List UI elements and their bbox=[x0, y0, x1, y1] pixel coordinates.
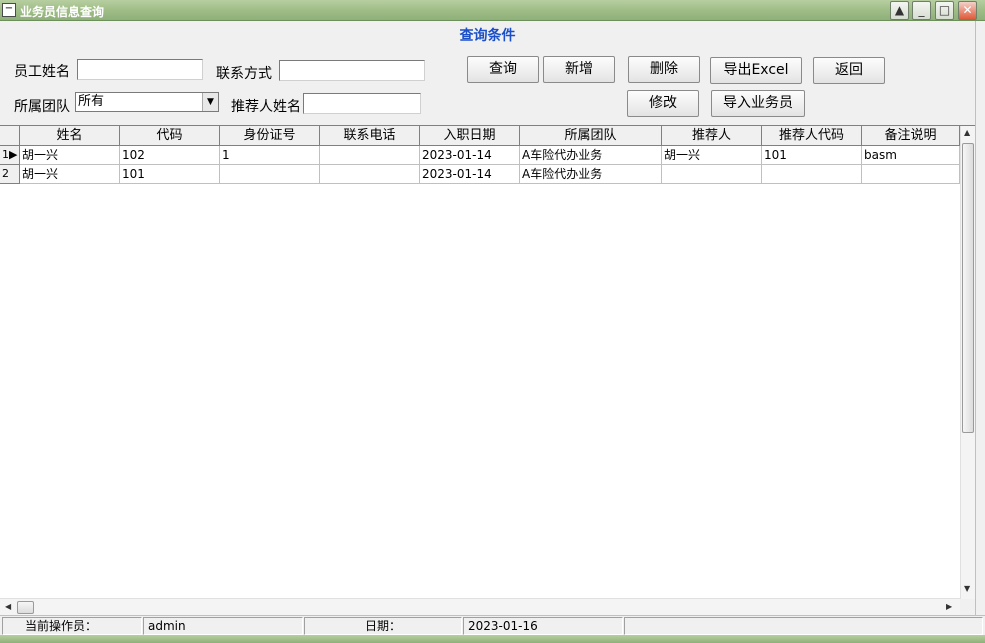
horizontal-scrollbar[interactable]: ◀ ▶ bbox=[0, 598, 960, 615]
grid-header: 姓名 代码 身份证号 联系电话 入职日期 所属团队 推荐人 推荐人代码 备注说明 bbox=[0, 126, 960, 146]
add-button[interactable]: 新增 bbox=[543, 56, 615, 83]
column-header-referrer-code[interactable]: 推荐人代码 bbox=[762, 126, 862, 146]
column-header-id-number[interactable]: 身份证号 bbox=[220, 126, 320, 146]
column-header-referrer[interactable]: 推荐人 bbox=[662, 126, 762, 146]
contact-input[interactable] bbox=[279, 60, 425, 81]
window-title: 业务员信息查询 bbox=[20, 5, 105, 19]
cell-referrer-code[interactable]: 101 bbox=[762, 146, 862, 165]
table-row[interactable]: 2 胡一兴 101 2023-01-14 A车险代办业务 bbox=[0, 165, 960, 184]
cell-id-number[interactable] bbox=[220, 165, 320, 184]
status-bar: 当前操作员： admin 日期： 2023-01-16 bbox=[0, 615, 985, 635]
horizontal-scroll-thumb[interactable] bbox=[17, 601, 34, 614]
employee-name-label: 员工姓名 bbox=[14, 64, 70, 80]
salesman-grid[interactable]: 姓名 代码 身份证号 联系电话 入职日期 所属团队 推荐人 推荐人代码 备注说明… bbox=[0, 125, 975, 599]
contact-label: 联系方式 bbox=[216, 66, 272, 82]
cell-phone[interactable] bbox=[320, 165, 420, 184]
cell-hire-date[interactable]: 2023-01-14 bbox=[420, 165, 520, 184]
back-button[interactable]: 返回 bbox=[813, 57, 885, 84]
scroll-up-arrow-icon[interactable]: ▲ bbox=[964, 128, 970, 137]
date-label: 日期： bbox=[304, 617, 462, 635]
column-header-name[interactable]: 姓名 bbox=[20, 126, 120, 146]
team-select[interactable]: 所有 ▼ bbox=[75, 92, 219, 112]
close-button[interactable]: ✕ bbox=[958, 1, 977, 20]
scroll-left-arrow-icon[interactable]: ◀ bbox=[5, 602, 11, 611]
vertical-scrollbar[interactable]: ▲ ▼ bbox=[960, 126, 975, 599]
export-excel-button[interactable]: 导出Excel bbox=[710, 57, 802, 84]
cell-team[interactable]: A车险代办业务 bbox=[520, 165, 662, 184]
cell-id-number[interactable]: 1 bbox=[220, 146, 320, 165]
cell-hire-date[interactable]: 2023-01-14 bbox=[420, 146, 520, 165]
column-header-team[interactable]: 所属团队 bbox=[520, 126, 662, 146]
cell-phone[interactable] bbox=[320, 146, 420, 165]
referrer-name-label: 推荐人姓名 bbox=[231, 99, 301, 115]
cell-remarks[interactable] bbox=[862, 165, 960, 184]
row-header-corner bbox=[0, 126, 20, 146]
referrer-name-input[interactable] bbox=[303, 93, 421, 114]
row-indicator[interactable]: 2 bbox=[0, 165, 20, 184]
cell-referrer[interactable]: 胡一兴 bbox=[662, 146, 762, 165]
cell-referrer-code[interactable] bbox=[762, 165, 862, 184]
search-button[interactable]: 查询 bbox=[467, 56, 539, 83]
window-bottom-border bbox=[0, 635, 985, 643]
cell-code[interactable]: 102 bbox=[120, 146, 220, 165]
import-salesman-button[interactable]: 导入业务员 bbox=[711, 90, 805, 117]
operator-value: admin bbox=[143, 617, 303, 635]
window-menu-icon[interactable]: − bbox=[2, 3, 16, 17]
minimize-button[interactable]: _ bbox=[912, 1, 931, 20]
maximize-button[interactable]: □ bbox=[935, 1, 954, 20]
status-spare-panel bbox=[624, 617, 983, 635]
column-header-phone[interactable]: 联系电话 bbox=[320, 126, 420, 146]
window-right-edge bbox=[975, 21, 985, 615]
column-header-remarks[interactable]: 备注说明 bbox=[862, 126, 960, 146]
scroll-right-arrow-icon[interactable]: ▶ bbox=[946, 602, 952, 611]
edit-button[interactable]: 修改 bbox=[627, 90, 699, 117]
vertical-scroll-thumb[interactable] bbox=[962, 143, 974, 433]
chevron-down-icon[interactable]: ▼ bbox=[202, 93, 218, 111]
operator-label: 当前操作员： bbox=[2, 617, 142, 635]
team-label: 所属团队 bbox=[14, 99, 70, 115]
date-value: 2023-01-16 bbox=[463, 617, 623, 635]
cell-name[interactable]: 胡一兴 bbox=[20, 146, 120, 165]
scroll-up-icon[interactable]: ▲ bbox=[890, 1, 909, 20]
cell-name[interactable]: 胡一兴 bbox=[20, 165, 120, 184]
cell-team[interactable]: A车险代办业务 bbox=[520, 146, 662, 165]
row-indicator[interactable]: 1▶ bbox=[0, 146, 20, 165]
delete-button[interactable]: 删除 bbox=[628, 56, 700, 83]
employee-name-input[interactable] bbox=[77, 59, 203, 80]
column-header-hire-date[interactable]: 入职日期 bbox=[420, 126, 520, 146]
cell-referrer[interactable] bbox=[662, 165, 762, 184]
table-row[interactable]: 1▶ 胡一兴 102 1 2023-01-14 A车险代办业务 胡一兴 101 … bbox=[0, 146, 960, 165]
query-panel-title: 查询条件 bbox=[459, 28, 516, 44]
column-header-code[interactable]: 代码 bbox=[120, 126, 220, 146]
cell-remarks[interactable]: basm bbox=[862, 146, 960, 165]
title-bar: − 业务员信息查询 ▲ _ □ ✕ bbox=[0, 0, 985, 21]
query-panel: 查询条件 员工姓名 联系方式 所属团队 所有 ▼ 推荐人姓名 查询 新增 删除 … bbox=[0, 21, 975, 125]
team-select-value: 所有 bbox=[78, 94, 105, 109]
cell-code[interactable]: 101 bbox=[120, 165, 220, 184]
scroll-down-arrow-icon[interactable]: ▼ bbox=[964, 584, 970, 593]
